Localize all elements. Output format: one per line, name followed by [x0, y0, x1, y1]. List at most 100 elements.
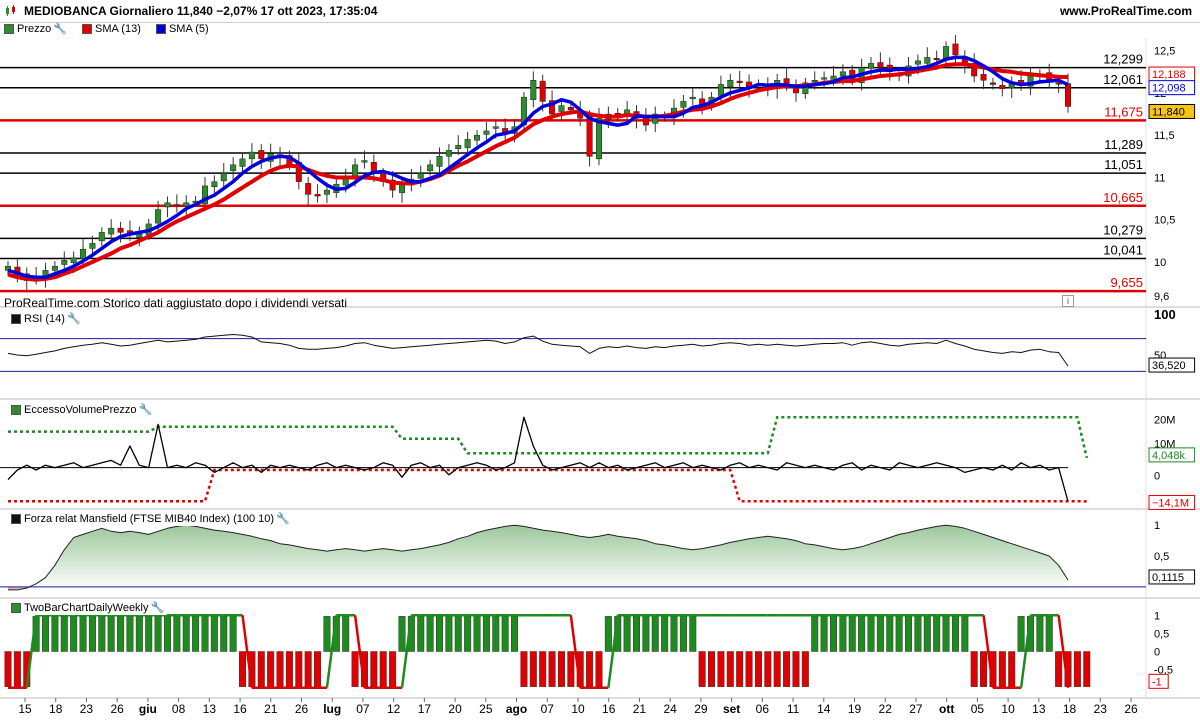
- twobar-bar: [923, 616, 931, 652]
- candle-body: [811, 80, 818, 83]
- twobar-bar: [332, 616, 340, 652]
- candle-body: [502, 128, 509, 134]
- twobar-weekly-line: [1057, 615, 1070, 688]
- twobar-bar: [951, 616, 959, 652]
- twobar-bar: [792, 651, 800, 687]
- x-tick-label: 22: [879, 702, 893, 716]
- candle-body: [464, 139, 471, 149]
- legend-label: Prezzo: [17, 22, 52, 35]
- twobar-bar: [679, 616, 687, 652]
- candle-body: [727, 80, 734, 88]
- candle-body: [333, 183, 340, 193]
- candle-body: [389, 179, 396, 191]
- volume-line: [7, 416, 1069, 502]
- candle-body: [352, 164, 359, 177]
- sma13-line: [7, 62, 1069, 282]
- x-tick-label: 25: [479, 702, 493, 716]
- rsi-panel-label[interactable]: RSI (14) 🔧: [4, 311, 84, 326]
- x-tick-label: 19: [848, 702, 862, 716]
- info-icon[interactable]: i: [1062, 295, 1074, 307]
- volume-upper-tag-bg: [1148, 447, 1196, 463]
- twobar-bar: [576, 651, 584, 687]
- twobar-bar: [473, 616, 481, 652]
- twobar-bar: [398, 616, 406, 652]
- price-legend: Prezzo 🔧 SMA (13) SMA (5): [0, 22, 217, 38]
- legend-swatch: [82, 23, 93, 34]
- wrench-icon[interactable]: 🔧: [276, 512, 290, 525]
- legend-item-sma5[interactable]: SMA (5): [152, 23, 209, 35]
- price-tag-bg: [1148, 80, 1196, 96]
- twobar-bar: [267, 651, 275, 687]
- twobar-bar: [820, 616, 828, 652]
- twobar-bar: [285, 651, 293, 687]
- twobar-bar: [1017, 616, 1025, 652]
- candle-body: [61, 260, 68, 265]
- y-tick-label: 11,5: [1154, 130, 1175, 142]
- panel-swatch: [11, 602, 21, 613]
- twobar-bar: [689, 616, 697, 652]
- candle-body: [783, 78, 790, 85]
- mansfield-panel-label[interactable]: Forza relat Mansfield (FTSE MIB40 Index)…: [4, 511, 293, 526]
- twobar-bar: [867, 616, 875, 652]
- twobar-bar: [745, 651, 753, 687]
- twobar-bar: [783, 651, 791, 687]
- x-tick-label: 15: [18, 702, 32, 716]
- twobar-bar: [1064, 651, 1072, 687]
- candle-body: [943, 46, 950, 59]
- candle-body: [427, 164, 434, 171]
- candle-body: [736, 80, 743, 84]
- twobar-bar: [389, 651, 397, 687]
- twobar-bar: [754, 651, 762, 687]
- candle-body: [1055, 82, 1062, 85]
- legend-item-sma13[interactable]: SMA (13): [78, 23, 141, 35]
- candle-body: [671, 107, 678, 118]
- twobar-bar: [79, 616, 87, 652]
- twobar-bar: [464, 616, 472, 652]
- candle-body: [717, 84, 724, 96]
- candle-body: [323, 189, 330, 195]
- chart-canvas: 12,299 12,061 11,675 11,289 11,051 10,665 10,2…: [0, 35, 1200, 716]
- twobar-bar: [529, 651, 537, 687]
- footer-note: ProRealTime.com Storico dati aggiustato …: [4, 296, 348, 310]
- x-tick-label: 14: [817, 702, 831, 716]
- legend-item-prezzo[interactable]: Prezzo 🔧: [0, 22, 67, 35]
- legend-swatch: [155, 23, 166, 34]
- wrench-icon[interactable]: 🔧: [67, 312, 81, 325]
- twobar-bar: [970, 651, 978, 687]
- twobar-bar: [651, 616, 659, 652]
- wrench-icon[interactable]: 🔧: [139, 403, 153, 416]
- x-tick-label: 27: [909, 702, 923, 716]
- y-tick-label: 12: [1154, 88, 1166, 100]
- wrench-icon[interactable]: 🔧: [151, 601, 165, 614]
- twobar-bar: [839, 616, 847, 652]
- candle-body: [248, 151, 255, 160]
- x-tick-label: lug: [323, 702, 341, 716]
- volume-panel-label[interactable]: EccessoVolumePrezzo 🔧: [4, 402, 156, 417]
- candle-body: [192, 200, 199, 203]
- candle-body: [549, 100, 556, 115]
- x-tick-label: set: [723, 702, 740, 716]
- twobar-bar: [914, 616, 922, 652]
- twobar-bar: [70, 616, 78, 652]
- y-tick-label: 1: [1154, 610, 1160, 622]
- twobar-bar: [426, 616, 434, 652]
- site-url[interactable]: www.ProRealTime.com: [1060, 4, 1192, 18]
- mansfield-line: [8, 524, 1069, 591]
- twobar-bar: [989, 651, 997, 687]
- candle-body: [173, 204, 180, 207]
- candle-body: [746, 81, 753, 89]
- candle-body: [849, 69, 856, 81]
- sma5-line: [7, 55, 1069, 279]
- candle-body: [567, 107, 574, 111]
- twobar-bar: [239, 651, 247, 687]
- candle-body: [126, 230, 133, 236]
- volume-lower-band: [8, 468, 1087, 503]
- x-tick-label: 17: [418, 702, 432, 716]
- candle-body: [286, 155, 293, 166]
- wrench-icon[interactable]: 🔧: [53, 22, 67, 35]
- x-tick-label: 13: [1032, 702, 1046, 716]
- candle-body: [952, 43, 959, 56]
- volume-zero-tag: 0: [1154, 471, 1160, 483]
- twobar-panel-label[interactable]: TwoBarChartDailyWeekly 🔧: [4, 600, 168, 615]
- twobar-weekly-line: [353, 615, 366, 688]
